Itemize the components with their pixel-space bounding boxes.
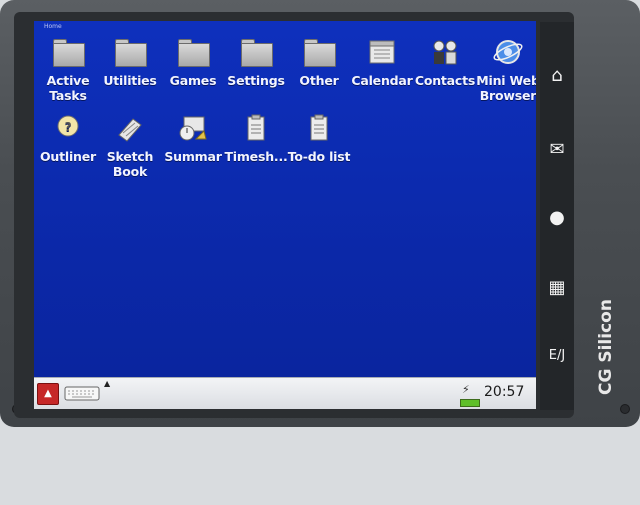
chevron-up-icon[interactable]: ▲ <box>104 379 110 388</box>
brand-area: CG Silicon <box>596 299 624 505</box>
app-label: Summar <box>164 149 222 164</box>
app-label: Mini Web Browser <box>476 73 536 103</box>
app-other[interactable]: Other <box>287 37 351 88</box>
app-label: Other <box>299 73 339 88</box>
app-summary[interactable]: Summar <box>161 113 225 164</box>
web-browser-icon <box>491 37 525 67</box>
app-todo-list[interactable]: To-do list <box>287 113 351 164</box>
contacts-icon <box>428 37 462 67</box>
app-label: Outliner <box>39 149 96 164</box>
language-key[interactable]: E/J <box>542 338 572 374</box>
hardware-side-buttons: ⌂ ✉ ● ▦ E/J <box>540 22 574 410</box>
screen-title: Home <box>44 23 62 30</box>
calendar-icon <box>365 37 399 67</box>
folder-icon <box>113 37 147 67</box>
app-games[interactable]: Games <box>161 37 225 88</box>
app-grid: Active Tasks Utilities Games Settings Ot… <box>34 35 536 215</box>
app-timesheet[interactable]: Timesh... <box>224 113 288 164</box>
calculator-key-icon[interactable]: ▦ <box>542 270 572 306</box>
app-calendar[interactable]: Calendar <box>350 37 414 88</box>
plug-icon: ⚡ <box>462 383 470 396</box>
summary-icon <box>176 113 210 143</box>
home-key-icon[interactable]: ⌂ <box>542 58 572 94</box>
app-label: Games <box>169 73 217 88</box>
contacts-key-icon[interactable]: ● <box>542 200 572 236</box>
app-utilities[interactable]: Utilities <box>98 37 162 88</box>
battery-icon <box>460 399 480 407</box>
mail-key-icon[interactable]: ✉ <box>542 132 572 168</box>
app-sketch-book[interactable]: Sketch Book <box>98 113 162 179</box>
app-outliner[interactable]: ? Outliner <box>36 113 100 164</box>
app-label: Calendar <box>351 73 413 88</box>
brand-logo: CG Silicon <box>596 299 640 395</box>
clock: 20:57 <box>484 384 525 400</box>
todo-icon <box>302 113 336 143</box>
app-label: To-do list <box>287 149 351 164</box>
app-label: Timesh... <box>224 149 288 164</box>
app-label: Active Tasks <box>46 73 90 103</box>
app-label: Settings <box>227 73 285 88</box>
folder-icon <box>176 37 210 67</box>
folder-icon <box>239 37 273 67</box>
svg-text:?: ? <box>65 120 72 134</box>
timesheet-icon <box>239 113 273 143</box>
taskbar: ▲ ▲ ⚡ 20:57 <box>34 377 536 409</box>
home-icon[interactable]: ▲ <box>37 383 59 405</box>
app-contacts[interactable]: Contacts <box>413 37 477 88</box>
app-label: Sketch Book <box>106 149 154 179</box>
desktop-screen: Home Active Tasks Utilities Games Settin… <box>34 21 536 409</box>
app-active-tasks[interactable]: Active Tasks <box>36 37 100 103</box>
folder-icon <box>51 37 85 67</box>
app-label: Contacts <box>414 73 476 88</box>
app-mini-web-browser[interactable]: Mini Web Browser <box>476 37 536 103</box>
outliner-icon: ? <box>51 113 85 143</box>
keyboard-icon[interactable] <box>64 384 100 402</box>
folder-icon <box>302 37 336 67</box>
sketchbook-icon <box>113 113 147 143</box>
app-settings[interactable]: Settings <box>224 37 288 88</box>
app-label: Utilities <box>103 73 157 88</box>
